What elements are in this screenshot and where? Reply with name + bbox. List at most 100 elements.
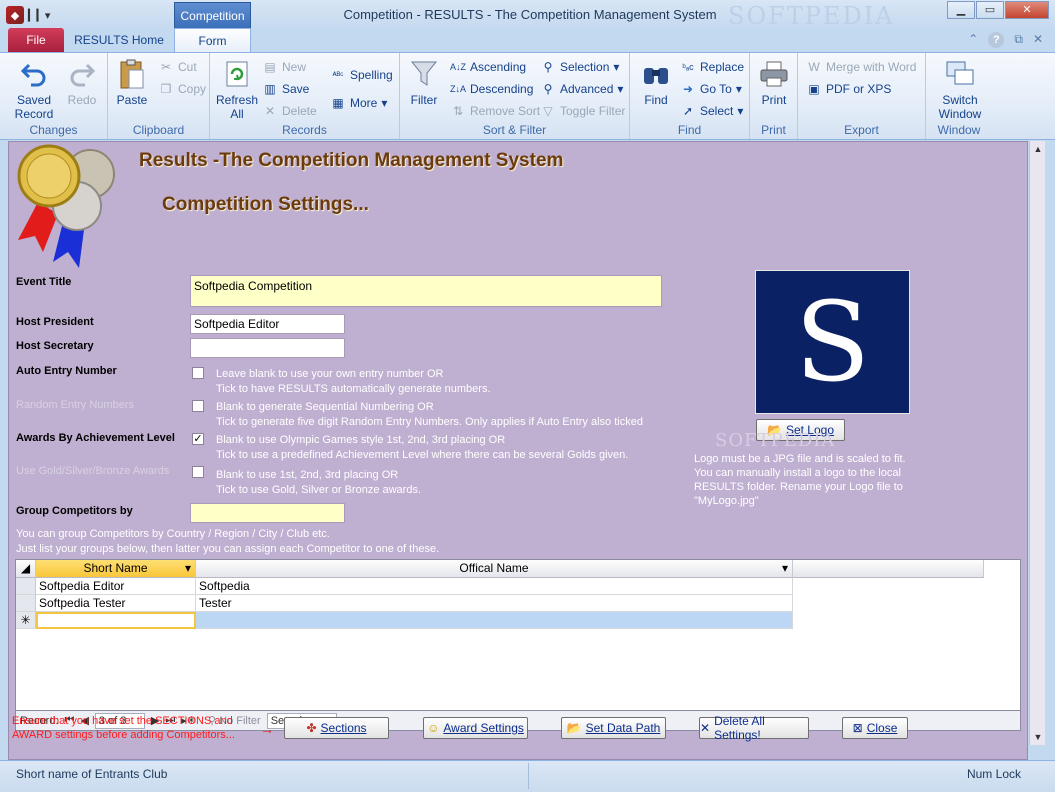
table-row-official[interactable]: Tester [196, 595, 793, 612]
printer-icon [757, 57, 791, 91]
new-row-official[interactable] [196, 612, 793, 629]
merge-word-button[interactable]: W Merge with Word [806, 57, 916, 77]
refresh-all-button[interactable]: Refresh All [214, 57, 260, 121]
medal-icon [13, 144, 123, 272]
selection-button[interactable]: ⚲ Selection ▾ [540, 57, 620, 77]
status-separator [528, 763, 529, 789]
host-president-field[interactable]: Softpedia Editor [190, 314, 345, 334]
form-subtitle: Competition Settings... [162, 194, 369, 215]
tab-results-home[interactable]: RESULTS Home [70, 28, 168, 52]
restore-icon[interactable]: ⧉ [1014, 32, 1023, 48]
table-row-short[interactable]: Softpedia Tester [36, 595, 196, 612]
print-button[interactable]: Print [754, 57, 794, 107]
scroll-up-icon[interactable]: ▲ [1030, 141, 1046, 157]
award-settings-button[interactable]: ☺ Award Settings [423, 717, 528, 739]
copy-button[interactable]: ❐ Copy [158, 79, 206, 99]
gsb-awards-label: Use Gold/Silver/Bronze Awards [16, 465, 170, 477]
close-icon: ⊠ [852, 721, 863, 735]
watermark: SOFTPEDIA [728, 2, 895, 30]
new-row-short[interactable] [36, 612, 196, 629]
new-record-button[interactable]: ▤ New [262, 57, 306, 77]
event-title-field[interactable]: Softpedia Competition [190, 275, 662, 307]
host-secretary-field[interactable] [190, 338, 345, 358]
quick-access-toolbar: ◆ ▎▎▾ [6, 6, 50, 24]
replace-icon: ᵇₐc [682, 62, 694, 72]
remove-sort-button[interactable]: ⇅ Remove Sort [450, 101, 540, 121]
minimize-ribbon-icon[interactable]: ⌃ [968, 32, 978, 48]
filter-button[interactable]: Filter [406, 57, 442, 107]
maximize-button[interactable]: ▭ [976, 1, 1004, 19]
row-selector[interactable] [16, 578, 36, 595]
spelling-button[interactable]: ᴬᴮᶜ Spelling [330, 65, 393, 85]
select-button[interactable]: ➚ Select ▾ [680, 101, 743, 121]
select-all-corner[interactable]: ◢ [16, 560, 36, 578]
group-competitors-field[interactable] [190, 503, 345, 523]
minimize-button[interactable]: ▁ [947, 1, 975, 19]
vertical-scrollbar[interactable]: ▲ ▼ [1029, 141, 1045, 745]
set-data-path-button[interactable]: 📂 Set Data Path [561, 717, 666, 739]
new-row-icon[interactable]: ✳ [16, 612, 36, 629]
sort-descending-icon: Z↓A [450, 84, 467, 94]
random-entry-checkbox[interactable] [192, 400, 204, 412]
paste-button[interactable]: Paste [114, 57, 150, 107]
event-title-label: Event Title [16, 276, 72, 288]
smiley-icon: ☺ [427, 721, 440, 735]
column-official-name[interactable]: Offical Name ▾ [196, 560, 793, 578]
tab-form[interactable]: Form [174, 28, 251, 52]
arrow-right-icon: ➜ [682, 82, 694, 96]
awards-label: Awards By Achievement Level [16, 432, 175, 444]
status-text: Short name of Entrants Club [16, 767, 168, 781]
binoculars-icon [639, 57, 673, 91]
row-selector[interactable] [16, 595, 36, 612]
sections-button[interactable]: ✤ Sections [284, 717, 389, 739]
toggle-filter-button[interactable]: ▽ Toggle Filter [540, 101, 625, 121]
paste-icon [115, 57, 149, 91]
auto-entry-checkbox[interactable] [192, 367, 204, 379]
remove-sort-icon: ⇅ [452, 104, 464, 118]
go-to-button[interactable]: ➜ Go To ▾ [680, 79, 742, 99]
group-print: Print Print [750, 53, 798, 139]
tab-file[interactable]: File [8, 28, 64, 52]
ascending-button[interactable]: A↓Z Ascending [450, 57, 526, 77]
close-window-button[interactable]: ✕ [1005, 1, 1049, 19]
title-bar: ◆ ▎▎▾ Competition Competition - RESULTS … [0, 0, 1055, 30]
gsb-awards-help: Blank to use 1st, 2nd, 3rd placing OR Ti… [216, 469, 422, 496]
undo-icon [17, 57, 51, 91]
saved-record-button[interactable]: Saved Record [8, 57, 60, 121]
save-icon: ▥ [264, 82, 276, 96]
descending-button[interactable]: Z↓A Descending [450, 79, 533, 99]
table-row-short[interactable]: Softpedia Editor [36, 578, 196, 595]
close-doc-icon[interactable]: ✕ [1033, 32, 1043, 48]
scroll-down-icon[interactable]: ▼ [1030, 729, 1046, 745]
app-icon[interactable]: ◆ [6, 6, 24, 24]
switch-window-button[interactable]: Switch Window [930, 57, 990, 121]
gsb-awards-checkbox[interactable] [192, 466, 204, 478]
find-button[interactable]: Find [636, 57, 676, 107]
help-icon[interactable]: ? [988, 32, 1005, 48]
num-lock-indicator: Num Lock [966, 767, 1021, 781]
cut-button[interactable]: ✂ Cut [158, 57, 197, 77]
close-form-button[interactable]: ⊠ Close [842, 717, 908, 739]
logo-watermark: SOFTPEDIA [715, 430, 836, 451]
advanced-button[interactable]: ⚲ Advanced ▾ [540, 79, 624, 99]
delete-button[interactable]: ✕ Delete [262, 101, 317, 121]
form-title: Results -The Competition Management Syst… [139, 150, 564, 171]
delete-all-settings-button[interactable]: ✕ Delete All Settings! [699, 714, 809, 742]
replace-button[interactable]: ᵇₐc Replace [680, 57, 744, 77]
more-button[interactable]: ▦ More ▾ [330, 93, 387, 113]
new-record-icon: ▤ [264, 60, 276, 74]
table-row-official[interactable]: Softpedia [196, 578, 793, 595]
window-title: Competition - RESULTS - The Competition … [343, 7, 717, 22]
awards-checkbox[interactable]: ✓ [192, 433, 204, 445]
switch-window-icon [943, 57, 977, 91]
qat-menu-icon[interactable]: ▎▎▾ [28, 9, 50, 22]
ribbon: Saved Record Redo Changes Paste ✂ Cut ❐ Co… [0, 52, 1055, 140]
column-short-name[interactable]: Short Name ▾ [36, 560, 196, 578]
group-help: You can group Competitors by Country / R… [16, 528, 440, 555]
advanced-filter-icon: ⚲ [543, 82, 553, 96]
pdf-xps-button[interactable]: ▣ PDF or XPS [806, 79, 891, 99]
redo-button[interactable]: Redo [60, 57, 104, 107]
save-button[interactable]: ▥ Save [262, 79, 309, 99]
copy-icon: ❐ [160, 82, 172, 96]
selection-icon: ⚲ [543, 60, 553, 74]
